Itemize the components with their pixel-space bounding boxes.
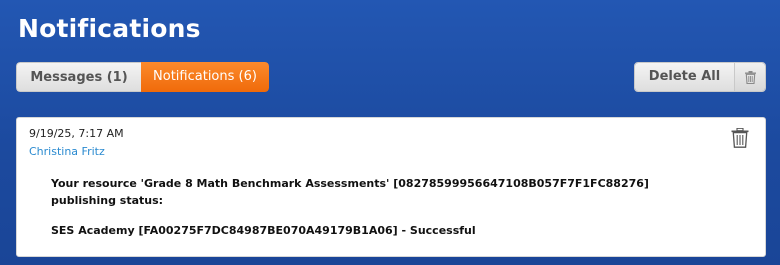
trash-icon[interactable]: [731, 128, 749, 148]
trash-icon: [744, 70, 756, 84]
notification-author-link[interactable]: Christina Fritz: [29, 145, 105, 158]
tab-messages[interactable]: Messages (1): [16, 62, 141, 92]
delete-all-icon-button[interactable]: [735, 63, 765, 91]
notification-message: Your resource 'Grade 8 Math Benchmark As…: [51, 175, 731, 209]
delete-all-group: Delete All: [634, 62, 766, 92]
delete-all-button[interactable]: Delete All: [635, 63, 735, 91]
notification-result: SES Academy [FA00275F7DC84987BE070A49179…: [51, 224, 476, 237]
notification-timestamp: 9/19/25, 7:17 AM: [29, 127, 124, 140]
page-title: Notifications: [18, 14, 201, 43]
tab-notifications[interactable]: Notifications (6): [141, 62, 269, 92]
notification-card: 9/19/25, 7:17 AM Christina Fritz Your re…: [16, 117, 766, 257]
notification-message-line2: publishing status:: [51, 194, 164, 207]
tab-bar: Messages (1) Notifications (6): [16, 62, 269, 92]
notification-message-line1: Your resource 'Grade 8 Math Benchmark As…: [51, 177, 649, 190]
